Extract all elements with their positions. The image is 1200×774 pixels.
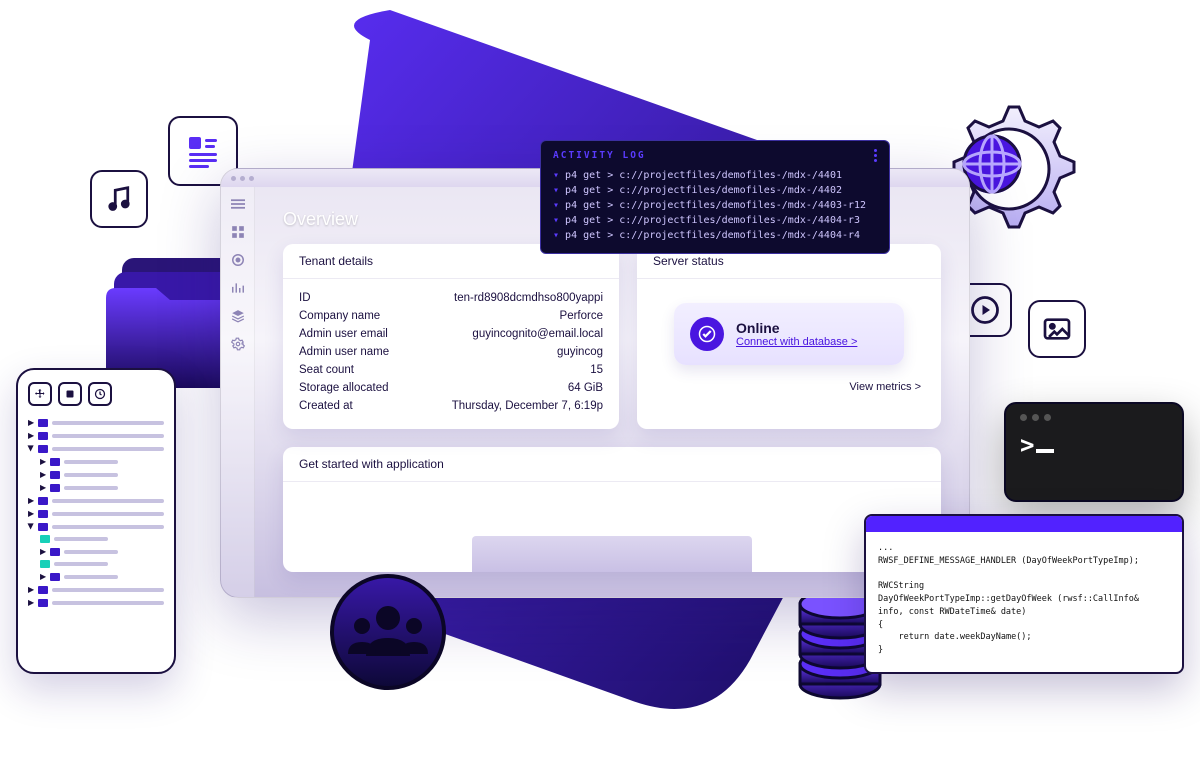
tenant-detail-row: Admin user nameguyincog xyxy=(299,343,603,361)
get-started-placeholder xyxy=(472,536,752,572)
activity-log-line: p4 get > c://projectfiles/demofiles-/mdx… xyxy=(553,213,877,228)
tree-item[interactable]: ▶ xyxy=(28,507,164,520)
tenant-detail-row: Created atThursday, December 7, 6:19p xyxy=(299,397,603,415)
stop-tool-button[interactable] xyxy=(58,382,82,406)
tree-item[interactable] xyxy=(28,533,164,545)
clock-tool-button[interactable] xyxy=(88,382,112,406)
nav-sidebar xyxy=(221,187,255,597)
activity-log-title: ACTIVITY LOG xyxy=(553,150,646,161)
drag-handle-icon[interactable] xyxy=(874,149,877,162)
tree-item[interactable]: ▶ xyxy=(28,545,164,558)
move-tool-button[interactable] xyxy=(28,382,52,406)
tree-item[interactable]: ▶ xyxy=(28,596,164,609)
team-badge-icon xyxy=(328,572,448,692)
target-icon[interactable] xyxy=(231,253,245,267)
activity-log-panel: ACTIVITY LOG p4 get > c://projectfiles/d… xyxy=(540,140,890,254)
music-icon xyxy=(90,170,148,228)
tenant-detail-row: Storage allocated64 GiB xyxy=(299,379,603,397)
code-content: ... RWSF_DEFINE_MESSAGE_HANDLER (DayOfWe… xyxy=(866,532,1182,667)
terminal-window: > xyxy=(1004,402,1184,502)
server-status-card: Server status Online Connect with databa… xyxy=(637,244,941,429)
connect-database-link[interactable]: Connect with database > xyxy=(736,336,857,348)
tree-item[interactable]: ▶ xyxy=(28,455,164,468)
image-icon xyxy=(1028,300,1086,358)
tenant-detail-row: IDten-rd8908dcmdhso800yappi xyxy=(299,289,603,307)
tree-item[interactable]: ▶ xyxy=(28,468,164,481)
view-metrics-link[interactable]: View metrics > xyxy=(849,381,921,393)
settings-icon[interactable] xyxy=(231,337,245,351)
server-status-label: Online xyxy=(736,320,857,336)
server-status-chip: Online Connect with database > xyxy=(674,303,904,365)
menu-icon[interactable] xyxy=(231,197,245,211)
check-circle-icon xyxy=(690,317,724,351)
tenant-detail-row: Admin user emailguyincognito@email.local xyxy=(299,325,603,343)
tenant-details-card: Tenant details IDten-rd8908dcmdhso800yap… xyxy=(283,244,619,429)
activity-log-line: p4 get > c://projectfiles/demofiles-/mdx… xyxy=(553,228,877,243)
code-window-titlebar xyxy=(866,516,1182,532)
tree-item[interactable]: ▶ xyxy=(28,416,164,429)
window-controls xyxy=(1020,414,1168,421)
tenant-detail-row: Seat count15 xyxy=(299,361,603,379)
activity-log-line: p4 get > c://projectfiles/demofiles-/mdx… xyxy=(553,168,877,183)
file-tree-panel: ▶ ▶ ▶ ▶ ▶ ▶ ▶ ▶ ▶ ▶ ▶ ▶ ▶ xyxy=(16,368,176,674)
code-window: ... RWSF_DEFINE_MESSAGE_HANDLER (DayOfWe… xyxy=(864,514,1184,674)
terminal-prompt[interactable]: > xyxy=(1020,431,1168,459)
get-started-title: Get started with application xyxy=(283,447,941,482)
tree-item[interactable]: ▶ xyxy=(28,429,164,442)
layers-icon[interactable] xyxy=(231,309,245,323)
get-started-card: Get started with application xyxy=(283,447,941,572)
tree-item[interactable]: ▶ xyxy=(28,570,164,583)
activity-log-line: p4 get > c://projectfiles/demofiles-/mdx… xyxy=(553,183,877,198)
tree-item[interactable]: ▶ xyxy=(28,520,164,533)
activity-log-line: p4 get > c://projectfiles/demofiles-/mdx… xyxy=(553,198,877,213)
tree-item[interactable]: ▶ xyxy=(28,442,164,455)
tree-item[interactable]: ▶ xyxy=(28,494,164,507)
chart-icon[interactable] xyxy=(231,281,245,295)
tree-item[interactable]: ▶ xyxy=(28,481,164,494)
tree-item[interactable]: ▶ xyxy=(28,583,164,596)
file-tree: ▶ ▶ ▶ ▶ ▶ ▶ ▶ ▶ ▶ ▶ ▶ ▶ ▶ xyxy=(28,416,164,609)
tree-item[interactable] xyxy=(28,558,164,570)
tenant-detail-row: Company namePerforce xyxy=(299,307,603,325)
grid-icon[interactable] xyxy=(231,225,245,239)
